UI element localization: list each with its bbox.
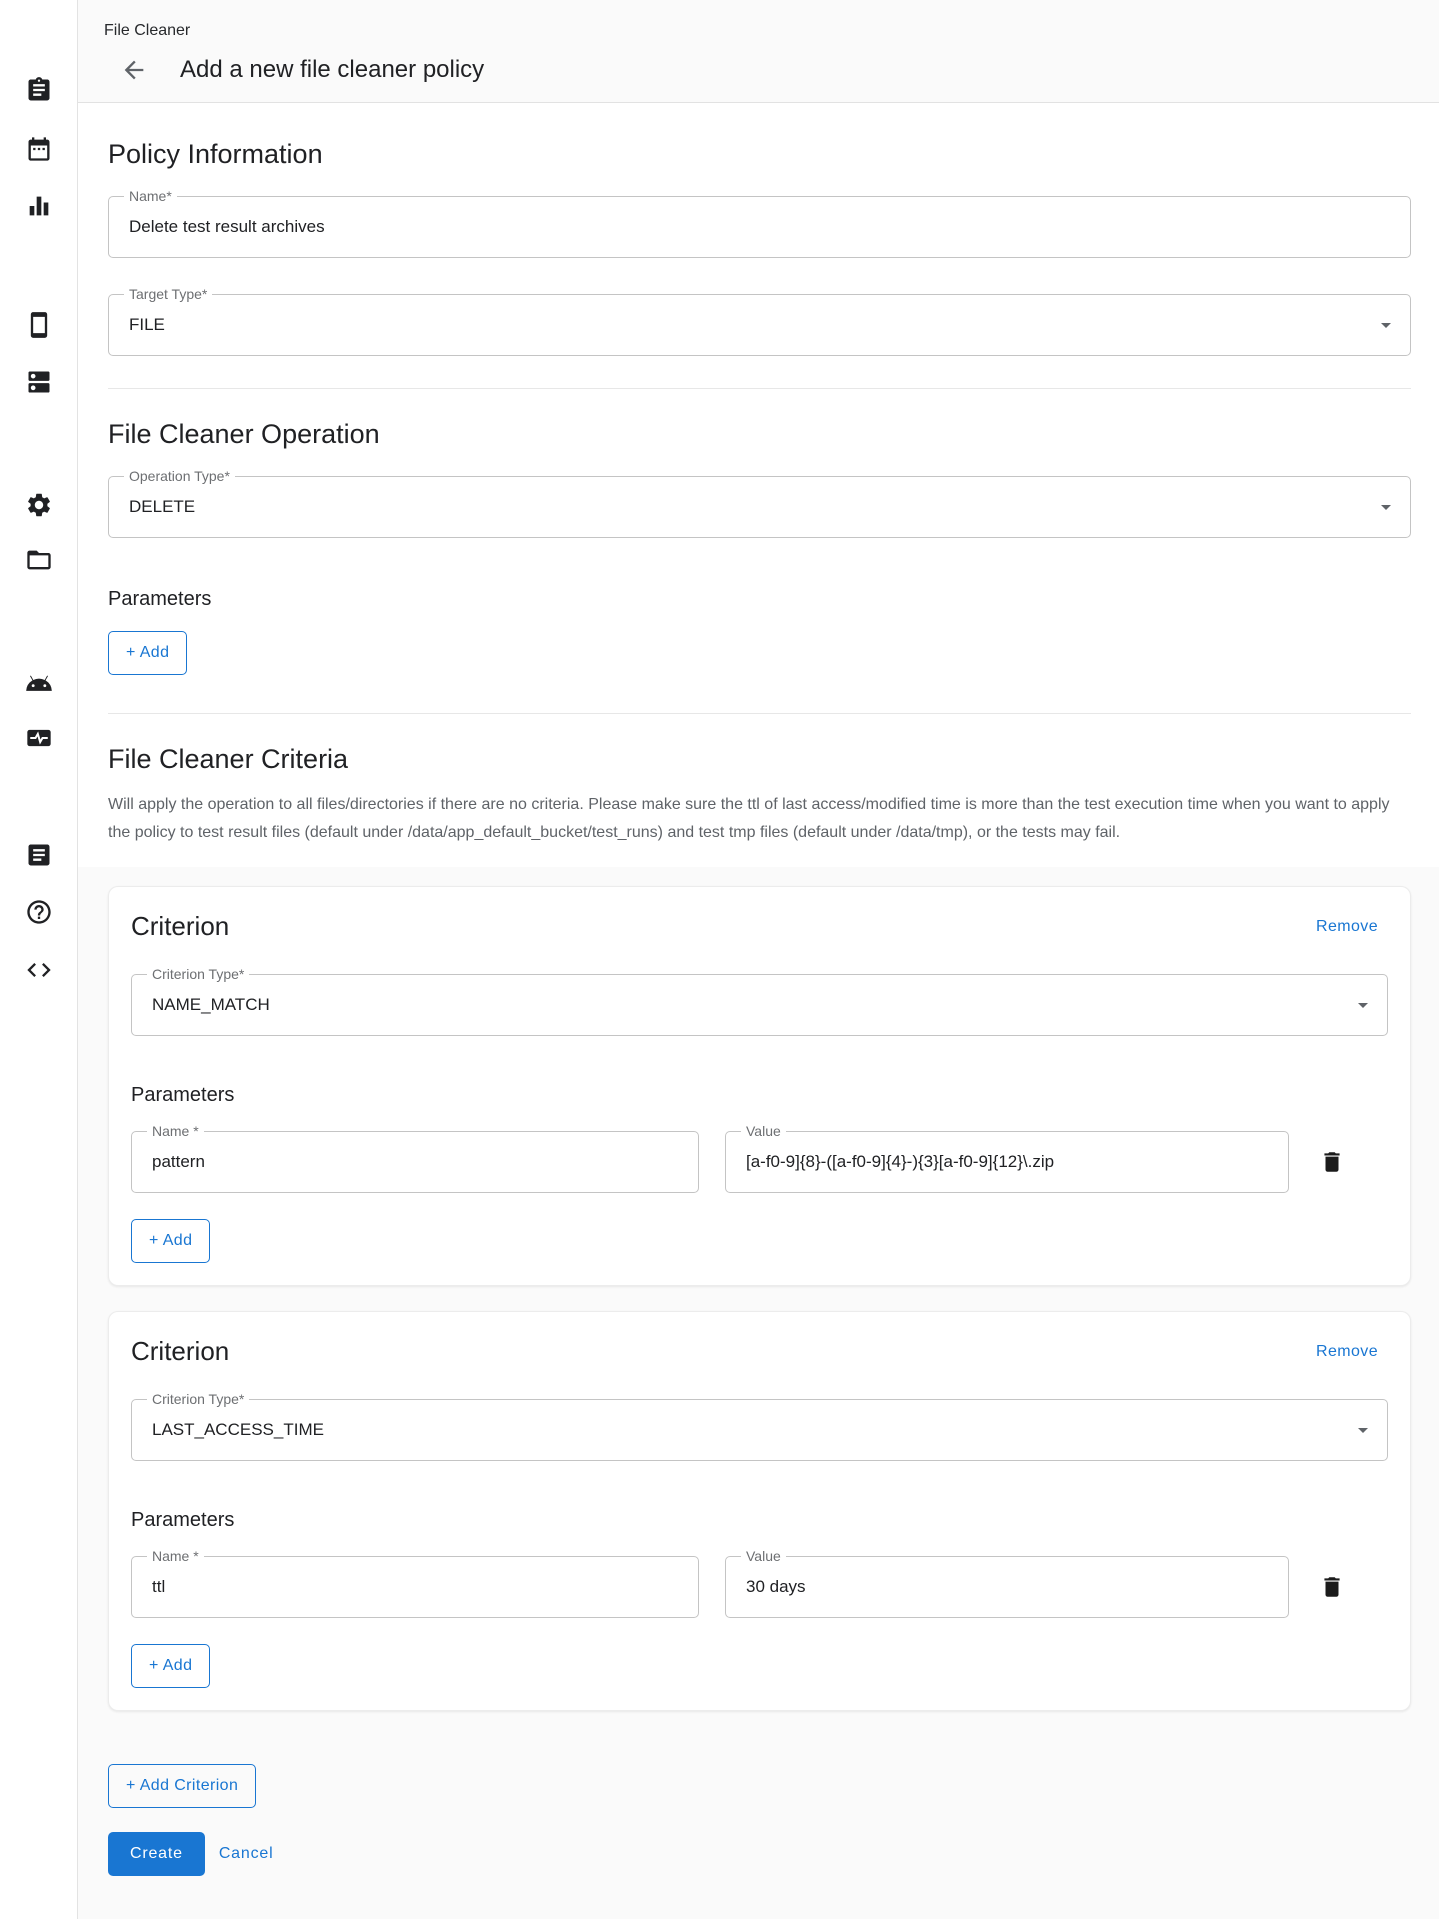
app-root: File Cleaner Add a new file cleaner poli… (0, 0, 1439, 1919)
folder-icon[interactable] (21, 542, 57, 578)
create-button[interactable]: Create (108, 1832, 205, 1876)
target-type-select[interactable]: Target Type* FILE (108, 294, 1411, 356)
parameter-value-label: Value (741, 1123, 786, 1140)
trash-icon (1319, 1574, 1345, 1600)
chevron-down-icon (1351, 993, 1375, 1017)
main-content: File Cleaner Add a new file cleaner poli… (78, 0, 1439, 1919)
chevron-down-icon (1351, 1418, 1375, 1442)
back-arrow-icon[interactable] (118, 54, 150, 86)
parameter-value-field[interactable]: Value [a-f0-9]{8}-([a-f0-9]{4}-){3}[a-f0… (725, 1131, 1289, 1193)
settings-gear-icon[interactable] (21, 487, 57, 523)
criterion-type-select[interactable]: Criterion Type* LAST_ACCESS_TIME (131, 1399, 1388, 1461)
target-type-value: FILE (129, 315, 165, 335)
criterion-title: Criterion (131, 1336, 229, 1367)
title-row: Add a new file cleaner policy (78, 54, 1439, 86)
policy-name-value: Delete test result archives (129, 217, 325, 237)
criteria-description: Will apply the operation to all files/di… (108, 791, 1411, 847)
add-criterion-button[interactable]: + Add Criterion (108, 1764, 256, 1808)
clipboard-icon[interactable] (21, 72, 57, 108)
article-icon[interactable] (21, 837, 57, 873)
criterion-parameters-heading: Parameters (131, 1084, 1388, 1107)
criterion-card: Criterion Remove Criterion Type* LAST_AC… (108, 1311, 1411, 1711)
section-divider (108, 388, 1411, 389)
parameter-row: Name * ttl Value 30 days (131, 1556, 1388, 1618)
parameter-name-label: Name * (147, 1123, 204, 1140)
policy-name-label: Name* (124, 188, 177, 205)
section-divider (108, 713, 1411, 714)
trash-icon (1319, 1149, 1345, 1175)
criterion-type-value: LAST_ACCESS_TIME (152, 1420, 324, 1440)
help-icon[interactable] (21, 894, 57, 930)
parameter-name-field[interactable]: Name * ttl (131, 1556, 699, 1618)
criterion-card-header: Criterion Remove (131, 911, 1388, 942)
cancel-button[interactable]: Cancel (217, 1841, 276, 1867)
criteria-heading: File Cleaner Criteria (108, 744, 1411, 775)
criteria-area: Criterion Remove Criterion Type* NAME_MA… (78, 867, 1439, 1919)
delete-parameter-button[interactable] (1315, 1145, 1349, 1179)
parameter-name-label: Name * (147, 1548, 204, 1565)
criterion-type-label: Criterion Type* (147, 966, 249, 983)
criterion-title: Criterion (131, 911, 229, 942)
criterion-type-select[interactable]: Criterion Type* NAME_MATCH (131, 974, 1388, 1036)
page-title: Add a new file cleaner policy (180, 56, 484, 84)
parameter-name-value: ttl (152, 1577, 165, 1597)
delete-parameter-button[interactable] (1315, 1570, 1349, 1604)
policy-form-sheet: Policy Information Name* Delete test res… (78, 103, 1439, 867)
criterion-type-value: NAME_MATCH (152, 995, 270, 1015)
chevron-down-icon (1374, 313, 1398, 337)
parameter-value-label: Value (741, 1548, 786, 1565)
dns-icon[interactable] (21, 364, 57, 400)
remove-criterion-button[interactable]: Remove (1314, 914, 1380, 940)
remove-criterion-button[interactable]: Remove (1314, 1339, 1380, 1365)
operation-parameters-heading: Parameters (108, 588, 1411, 611)
smartphone-icon[interactable] (21, 307, 57, 343)
chevron-down-icon (1374, 495, 1398, 519)
parameter-value-field[interactable]: Value 30 days (725, 1556, 1289, 1618)
criterion-parameters-heading: Parameters (131, 1509, 1388, 1532)
sidebar (0, 0, 78, 1919)
page-header: File Cleaner Add a new file cleaner poli… (78, 0, 1439, 103)
bar-chart-icon[interactable] (21, 188, 57, 224)
operation-heading: File Cleaner Operation (108, 419, 1411, 450)
add-operation-parameter-button[interactable]: + Add (108, 631, 187, 675)
form-actions: Create Cancel (108, 1832, 1411, 1876)
operation-type-value: DELETE (129, 497, 195, 517)
add-criterion-parameter-button[interactable]: + Add (131, 1644, 210, 1688)
criterion-card-header: Criterion Remove (131, 1336, 1388, 1367)
app-title: File Cleaner (104, 22, 1439, 40)
parameter-row: Name * pattern Value [a-f0-9]{8}-([a-f0-… (131, 1131, 1388, 1193)
code-icon[interactable] (21, 952, 57, 988)
operation-type-label: Operation Type* (124, 468, 235, 485)
add-criterion-parameter-button[interactable]: + Add (131, 1219, 210, 1263)
criterion-type-label: Criterion Type* (147, 1391, 249, 1408)
calendar-icon[interactable] (21, 131, 57, 167)
policy-information-heading: Policy Information (108, 139, 1411, 170)
target-type-label: Target Type* (124, 286, 212, 303)
parameter-value-value: 30 days (746, 1577, 806, 1597)
parameter-name-field[interactable]: Name * pattern (131, 1131, 699, 1193)
android-icon[interactable] (21, 663, 57, 699)
criterion-card: Criterion Remove Criterion Type* NAME_MA… (108, 886, 1411, 1286)
parameter-value-value: [a-f0-9]{8}-([a-f0-9]{4}-){3}[a-f0-9]{12… (746, 1152, 1054, 1172)
pulse-monitor-icon[interactable] (21, 720, 57, 756)
operation-type-select[interactable]: Operation Type* DELETE (108, 476, 1411, 538)
policy-name-field[interactable]: Name* Delete test result archives (108, 196, 1411, 258)
parameter-name-value: pattern (152, 1152, 205, 1172)
